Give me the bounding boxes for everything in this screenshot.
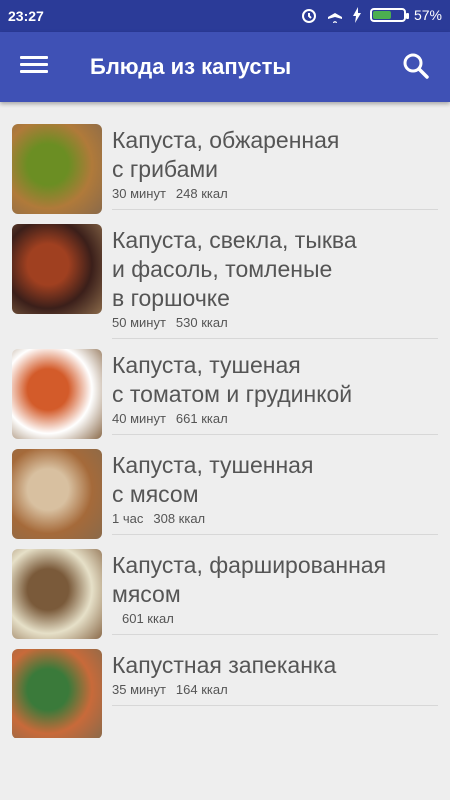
recipe-photo (12, 224, 102, 314)
recipe-time: 35 минут (112, 682, 166, 697)
recipe-photo (12, 449, 102, 539)
recipe-meta: 40 минут 661 ккал (112, 411, 438, 426)
recipe-item[interactable]: Капустная запеканка 35 минут 164 ккал (0, 639, 450, 738)
charging-icon (352, 7, 361, 23)
battery-percent: 57% (413, 7, 442, 23)
app-bar: Блюда из капусты (0, 32, 450, 102)
recipe-name: Капустная запеканка (112, 652, 337, 678)
recipe-meta: 50 минут 530 ккал (112, 315, 438, 330)
recipe-photo (12, 649, 102, 738)
menu-button[interactable] (18, 52, 50, 84)
status-icons: 57% (300, 6, 442, 24)
recipe-list: Капуста, обжаренная с грибами 30 минут 248… (0, 114, 450, 738)
status-bar: 23:27 57% (0, 0, 450, 32)
recipe-time: 40 минут (112, 411, 166, 426)
recipe-meta: 1 час 308 ккал (112, 511, 438, 526)
recipe-kcal: 601 ккал (122, 611, 174, 626)
recipe-meta: 35 минут 164 ккал (112, 682, 438, 697)
recipe-kcal: 530 ккал (175, 315, 228, 330)
recipe-meta: 601 ккал (112, 611, 438, 626)
recipe-content: Капуста, свекла, тыква и фасоль, томлены… (112, 222, 438, 339)
recipe-item[interactable]: Капуста, тушеная с томатом и грудинкой 40… (0, 339, 450, 439)
recipe-kcal: 661 ккал (175, 411, 228, 426)
recipe-meta: 30 минут 248 ккал (112, 186, 438, 201)
recipe-content: Капуста, обжаренная с грибами 30 минут 248… (112, 122, 438, 210)
recipe-name: Капуста, свекла, тыква и фасоль, томлены… (112, 227, 357, 311)
recipe-content: Капуста, тушеная с томатом и грудинкой 40… (112, 347, 438, 435)
recipe-content: Капуста, фаршированная мясом 601 ккал (112, 547, 438, 635)
recipe-name: Капуста, тушенная с мясом (112, 452, 314, 507)
status-time: 23:27 (8, 8, 44, 24)
airplane-icon (327, 7, 342, 23)
recipe-content: Капуста, тушенная с мясом 1 час 308 ккал (112, 447, 438, 535)
recipe-item[interactable]: Капуста, свекла, тыква и фасоль, томлены… (0, 214, 450, 339)
recipe-item[interactable]: Капуста, тушенная с мясом 1 час 308 ккал (0, 439, 450, 539)
recipe-item[interactable]: Капуста, обжаренная с грибами 30 минут 248… (0, 114, 450, 214)
recipe-kcal: 308 ккал (153, 511, 206, 526)
recipe-time: 30 минут (112, 186, 166, 201)
battery-icon (369, 8, 409, 22)
page-title: Блюда из капусты (90, 54, 292, 79)
recipe-photo (12, 124, 102, 214)
alarm-icon (301, 9, 316, 23)
recipe-content: Капустная запеканка 35 минут 164 ккал (112, 647, 438, 706)
recipe-photo (12, 349, 102, 439)
recipe-item[interactable]: Капуста, фаршированная мясом 601 ккал (0, 539, 450, 639)
battery-level (372, 11, 392, 19)
recipe-kcal: 248 ккал (175, 186, 228, 201)
recipe-photo (12, 549, 102, 639)
recipe-name: Капуста, фаршированная мясом (112, 552, 387, 607)
recipe-time: 50 минут (112, 315, 166, 330)
recipe-time: 1 час (112, 511, 144, 526)
recipe-name: Капуста, обжаренная с грибами (112, 127, 340, 182)
recipe-kcal: 164 ккал (175, 682, 228, 697)
recipe-name: Капуста, тушеная с томатом и грудинкой (112, 352, 353, 407)
search-icon[interactable] (400, 50, 432, 82)
